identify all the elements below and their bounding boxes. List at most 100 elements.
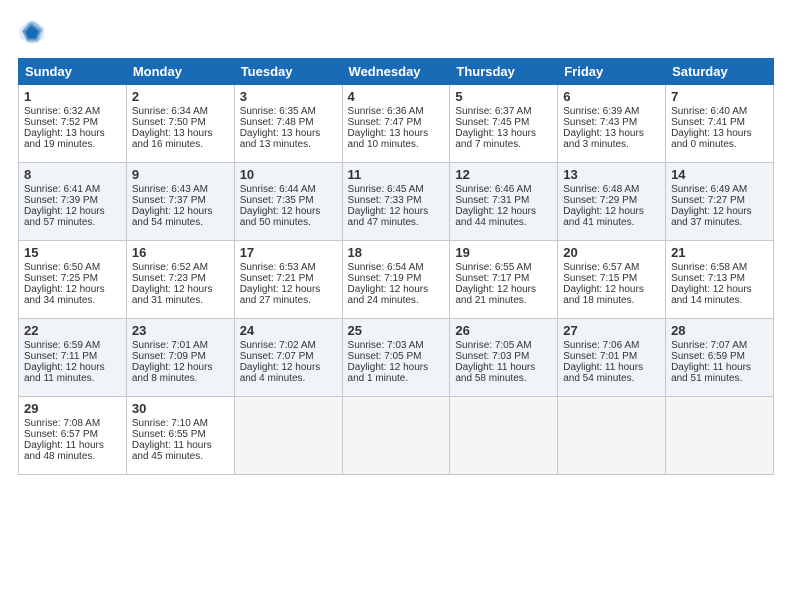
sunrise-text: Sunrise: 6:35 AM: [240, 106, 316, 117]
day-number: 3: [240, 89, 337, 104]
day-number: 17: [240, 245, 337, 260]
day-number: 21: [671, 245, 768, 260]
sunrise-text: Sunrise: 6:50 AM: [24, 262, 100, 273]
sunrise-text: Sunrise: 7:08 AM: [24, 418, 100, 429]
sunset-text: Sunset: 7:35 PM: [240, 195, 314, 206]
calendar-cell: 16 Sunrise: 6:52 AM Sunset: 7:23 PM Dayl…: [126, 241, 234, 319]
sunrise-text: Sunrise: 7:03 AM: [348, 340, 424, 351]
daylight-text: Daylight: 12 hours and 31 minutes.: [132, 284, 213, 306]
day-number: 9: [132, 167, 229, 182]
sunset-text: Sunset: 7:37 PM: [132, 195, 206, 206]
col-header-sunday: Sunday: [19, 59, 127, 85]
sunset-text: Sunset: 7:50 PM: [132, 117, 206, 128]
sunset-text: Sunset: 7:39 PM: [24, 195, 98, 206]
calendar-cell: 8 Sunrise: 6:41 AM Sunset: 7:39 PM Dayli…: [19, 163, 127, 241]
col-header-friday: Friday: [558, 59, 666, 85]
sunset-text: Sunset: 7:31 PM: [455, 195, 529, 206]
sunset-text: Sunset: 7:23 PM: [132, 273, 206, 284]
daylight-text: Daylight: 13 hours and 3 minutes.: [563, 128, 644, 150]
sunset-text: Sunset: 7:43 PM: [563, 117, 637, 128]
sunrise-text: Sunrise: 6:53 AM: [240, 262, 316, 273]
sunset-text: Sunset: 7:01 PM: [563, 351, 637, 362]
calendar-cell: 19 Sunrise: 6:55 AM Sunset: 7:17 PM Dayl…: [450, 241, 558, 319]
sunset-text: Sunset: 7:07 PM: [240, 351, 314, 362]
sunrise-text: Sunrise: 7:02 AM: [240, 340, 316, 351]
calendar-cell: 26 Sunrise: 7:05 AM Sunset: 7:03 PM Dayl…: [450, 319, 558, 397]
col-header-monday: Monday: [126, 59, 234, 85]
calendar-cell: 2 Sunrise: 6:34 AM Sunset: 7:50 PM Dayli…: [126, 85, 234, 163]
sunset-text: Sunset: 7:25 PM: [24, 273, 98, 284]
calendar-cell: 5 Sunrise: 6:37 AM Sunset: 7:45 PM Dayli…: [450, 85, 558, 163]
calendar-cell: 11 Sunrise: 6:45 AM Sunset: 7:33 PM Dayl…: [342, 163, 450, 241]
day-number: 8: [24, 167, 121, 182]
sunrise-text: Sunrise: 6:59 AM: [24, 340, 100, 351]
sunset-text: Sunset: 7:47 PM: [348, 117, 422, 128]
daylight-text: Daylight: 12 hours and 27 minutes.: [240, 284, 321, 306]
sunset-text: Sunset: 6:57 PM: [24, 429, 98, 440]
col-header-wednesday: Wednesday: [342, 59, 450, 85]
sunrise-text: Sunrise: 6:39 AM: [563, 106, 639, 117]
day-number: 24: [240, 323, 337, 338]
sunset-text: Sunset: 7:19 PM: [348, 273, 422, 284]
daylight-text: Daylight: 11 hours and 45 minutes.: [132, 440, 212, 462]
daylight-text: Daylight: 12 hours and 21 minutes.: [455, 284, 536, 306]
daylight-text: Daylight: 12 hours and 4 minutes.: [240, 362, 321, 384]
calendar-cell: [234, 397, 342, 475]
sunrise-text: Sunrise: 6:41 AM: [24, 184, 100, 195]
sunset-text: Sunset: 7:13 PM: [671, 273, 745, 284]
calendar-cell: 17 Sunrise: 6:53 AM Sunset: 7:21 PM Dayl…: [234, 241, 342, 319]
calendar-cell: 14 Sunrise: 6:49 AM Sunset: 7:27 PM Dayl…: [666, 163, 774, 241]
daylight-text: Daylight: 13 hours and 7 minutes.: [455, 128, 536, 150]
calendar-cell: 18 Sunrise: 6:54 AM Sunset: 7:19 PM Dayl…: [342, 241, 450, 319]
sunset-text: Sunset: 7:11 PM: [24, 351, 97, 362]
sunset-text: Sunset: 7:52 PM: [24, 117, 98, 128]
sunset-text: Sunset: 7:21 PM: [240, 273, 314, 284]
calendar-cell: [558, 397, 666, 475]
sunrise-text: Sunrise: 6:36 AM: [348, 106, 424, 117]
daylight-text: Daylight: 12 hours and 18 minutes.: [563, 284, 644, 306]
sunrise-text: Sunrise: 6:37 AM: [455, 106, 531, 117]
daylight-text: Daylight: 11 hours and 51 minutes.: [671, 362, 751, 384]
sunrise-text: Sunrise: 6:43 AM: [132, 184, 208, 195]
header: [18, 18, 774, 46]
sunset-text: Sunset: 7:29 PM: [563, 195, 637, 206]
day-number: 28: [671, 323, 768, 338]
day-number: 27: [563, 323, 660, 338]
daylight-text: Daylight: 12 hours and 50 minutes.: [240, 206, 321, 228]
sunset-text: Sunset: 6:55 PM: [132, 429, 206, 440]
day-number: 30: [132, 401, 229, 416]
calendar-cell: 22 Sunrise: 6:59 AM Sunset: 7:11 PM Dayl…: [19, 319, 127, 397]
day-number: 5: [455, 89, 552, 104]
daylight-text: Daylight: 12 hours and 37 minutes.: [671, 206, 752, 228]
calendar-cell: 25 Sunrise: 7:03 AM Sunset: 7:05 PM Dayl…: [342, 319, 450, 397]
sunset-text: Sunset: 7:17 PM: [455, 273, 529, 284]
sunset-text: Sunset: 7:33 PM: [348, 195, 422, 206]
day-number: 6: [563, 89, 660, 104]
sunrise-text: Sunrise: 7:10 AM: [132, 418, 208, 429]
daylight-text: Daylight: 12 hours and 54 minutes.: [132, 206, 213, 228]
col-header-tuesday: Tuesday: [234, 59, 342, 85]
week-row-2: 8 Sunrise: 6:41 AM Sunset: 7:39 PM Dayli…: [19, 163, 774, 241]
sunrise-text: Sunrise: 6:54 AM: [348, 262, 424, 273]
daylight-text: Daylight: 11 hours and 48 minutes.: [24, 440, 104, 462]
sunrise-text: Sunrise: 6:48 AM: [563, 184, 639, 195]
daylight-text: Daylight: 13 hours and 0 minutes.: [671, 128, 752, 150]
daylight-text: Daylight: 12 hours and 57 minutes.: [24, 206, 105, 228]
sunrise-text: Sunrise: 6:32 AM: [24, 106, 100, 117]
sunrise-text: Sunrise: 6:49 AM: [671, 184, 747, 195]
day-number: 10: [240, 167, 337, 182]
calendar-cell: [450, 397, 558, 475]
calendar-cell: 12 Sunrise: 6:46 AM Sunset: 7:31 PM Dayl…: [450, 163, 558, 241]
day-number: 12: [455, 167, 552, 182]
day-number: 13: [563, 167, 660, 182]
calendar-cell: 10 Sunrise: 6:44 AM Sunset: 7:35 PM Dayl…: [234, 163, 342, 241]
sunrise-text: Sunrise: 6:46 AM: [455, 184, 531, 195]
sunset-text: Sunset: 7:41 PM: [671, 117, 745, 128]
calendar-cell: 15 Sunrise: 6:50 AM Sunset: 7:25 PM Dayl…: [19, 241, 127, 319]
sunset-text: Sunset: 7:48 PM: [240, 117, 314, 128]
sunrise-text: Sunrise: 7:06 AM: [563, 340, 639, 351]
day-number: 15: [24, 245, 121, 260]
daylight-text: Daylight: 11 hours and 54 minutes.: [563, 362, 643, 384]
day-number: 14: [671, 167, 768, 182]
sunrise-text: Sunrise: 6:45 AM: [348, 184, 424, 195]
